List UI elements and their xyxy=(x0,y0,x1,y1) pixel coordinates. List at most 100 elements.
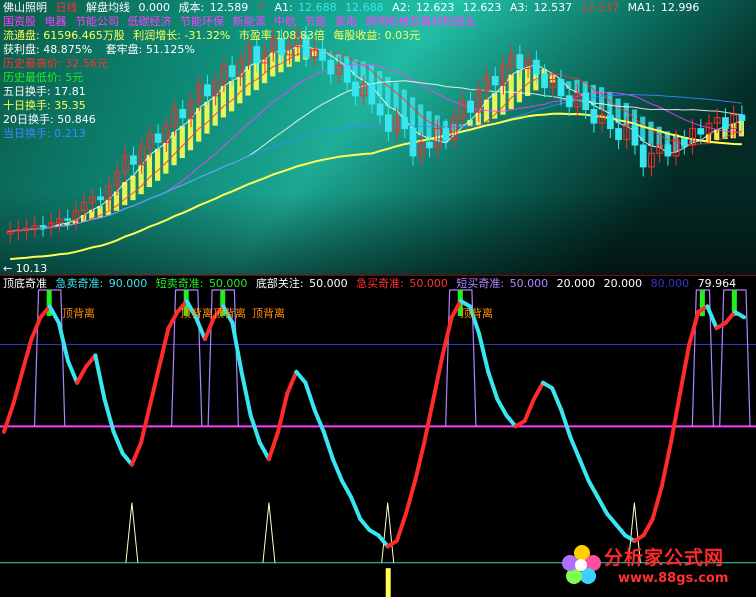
concept-tag: 节能 xyxy=(304,15,327,28)
watermark-url[interactable]: www.88gs.com xyxy=(618,571,728,586)
concept-tag: 低碳经济 xyxy=(127,15,172,28)
t20-value: 50.846 xyxy=(57,113,96,126)
indicator-name[interactable]: 解盘均线 xyxy=(86,1,130,14)
float-value: 61596.465万股 xyxy=(43,29,125,42)
f2-value: 50.000 xyxy=(208,277,248,290)
concept-tag: 家电 xyxy=(335,15,357,28)
t20-row: 20日换手: 50.846 xyxy=(3,113,101,127)
divergence-label: 顶背离 xyxy=(252,307,285,320)
a3-value: 12.537 xyxy=(533,1,573,14)
candle-body xyxy=(565,95,573,108)
f7-value: 20.000 xyxy=(603,277,643,290)
oscillator-segment xyxy=(403,478,418,516)
candle-body xyxy=(590,108,598,124)
candle-body xyxy=(680,139,688,146)
f1-label: 急卖奇准: xyxy=(55,277,104,290)
oscillator-segment xyxy=(303,380,317,412)
oscillator-segment xyxy=(321,429,335,462)
a2-value: 12.623 xyxy=(415,1,455,14)
oscillator-segment xyxy=(440,315,454,358)
hist-low-value: 5元 xyxy=(65,71,84,84)
bottom-spike xyxy=(381,502,395,563)
oscillator-segment xyxy=(294,369,308,385)
candle-body xyxy=(401,117,409,130)
hist-low-label: 历史最低价: xyxy=(3,71,62,84)
oscillator-segment xyxy=(559,408,573,440)
candle-body xyxy=(228,65,236,78)
osc-name[interactable]: 顶底奇准 xyxy=(3,277,47,290)
oscillator-segment xyxy=(723,309,737,325)
bottom-spike xyxy=(125,502,139,563)
bottom-spike xyxy=(262,502,276,563)
f5-value: 50.000 xyxy=(509,277,549,290)
candle-body xyxy=(368,84,376,105)
oscillator-segment xyxy=(65,358,80,385)
candle-body xyxy=(130,155,137,165)
watermark: 分析家公式网 www.88gs.com xyxy=(560,537,750,593)
hist-low-row: 历史最低价: 5元 xyxy=(3,71,88,85)
candle-body xyxy=(631,125,639,146)
candle-body xyxy=(664,144,672,157)
candle-body xyxy=(491,76,499,86)
left-arrow-icon: ← xyxy=(3,262,13,275)
ribbon-bar xyxy=(155,148,161,181)
candle-body xyxy=(384,114,392,132)
oscillator-segment xyxy=(550,386,564,412)
oscillator-segment xyxy=(705,304,719,331)
a1-label: A1: xyxy=(274,1,293,14)
concept-row: 国资股 电器 节能公司 低碳经济 节能环保 新能源 中航 节能 家电 照明机械及… xyxy=(3,15,481,29)
f5-label: 短买奇准: xyxy=(456,277,505,290)
trap-value: 51.125% xyxy=(145,43,195,56)
oscillator-segment xyxy=(687,309,701,347)
t20-label: 20日换手: xyxy=(3,113,54,126)
eps-value: 0.03元 xyxy=(384,29,421,42)
oscillator-segment xyxy=(586,478,600,500)
oscillator-segment xyxy=(668,391,683,445)
tday-label: 当日换手: xyxy=(3,127,51,140)
concept-tag: 中航 xyxy=(274,15,296,28)
ribbon-bar xyxy=(122,182,128,206)
t10-label: 十日换手: xyxy=(3,99,51,112)
candle-body xyxy=(516,54,524,69)
oscillator-segment xyxy=(477,331,491,374)
divergence-label: 顶背离 xyxy=(213,307,246,320)
a2b-value: 12.623 xyxy=(462,1,502,14)
header-row: 佛山照明 日线 解盘均线 0.000 成本: 12.589 ↑ A1: 12.6… xyxy=(3,1,704,15)
flower-logo-icon xyxy=(562,545,601,584)
float-label: 流通盘: xyxy=(3,29,40,42)
oscillator-segment xyxy=(577,457,591,483)
ribbon-bar xyxy=(171,131,177,166)
ribbon-bar xyxy=(204,101,210,134)
price-marker-value: 10.13 xyxy=(15,262,48,275)
up-arrow-icon: ↑ xyxy=(256,1,266,14)
ribbon-bar xyxy=(179,125,185,159)
concept-tag: 节能公司 xyxy=(75,15,119,28)
candle-body xyxy=(253,46,261,64)
pe-label: 市盈率 xyxy=(238,29,272,42)
oscillator-segment xyxy=(56,320,70,363)
oscillator-segment xyxy=(678,342,692,396)
stock-name[interactable]: 佛山照明 xyxy=(3,1,47,14)
candle-body xyxy=(442,128,450,141)
candle-body xyxy=(722,117,729,130)
oscillator-segment xyxy=(604,511,619,527)
oscillator-segment xyxy=(504,413,518,429)
candle-body xyxy=(639,144,647,168)
f4-value: 50.000 xyxy=(409,277,448,290)
win-label: 获利盘: xyxy=(3,43,40,56)
oscillator-segment xyxy=(111,429,125,456)
candle-body xyxy=(541,73,548,89)
oscillator-segment xyxy=(394,511,408,543)
f9-value: 79.964 xyxy=(697,277,737,290)
t10-value: 35.35 xyxy=(54,99,86,112)
profit-growth-label: 利润增长: xyxy=(133,29,181,42)
concept-tag: 节能环保 xyxy=(180,15,224,28)
a3-label: A3: xyxy=(509,1,529,14)
period-label[interactable]: 日线 xyxy=(56,1,78,14)
ma1-label: MA1: xyxy=(627,1,656,14)
ma1-value: 12.996 xyxy=(660,1,700,14)
f3-value: 50.000 xyxy=(309,277,348,290)
t5-value: 17.81 xyxy=(54,85,86,98)
ribbon-bar xyxy=(130,175,136,201)
oscillator-segment xyxy=(2,402,16,434)
